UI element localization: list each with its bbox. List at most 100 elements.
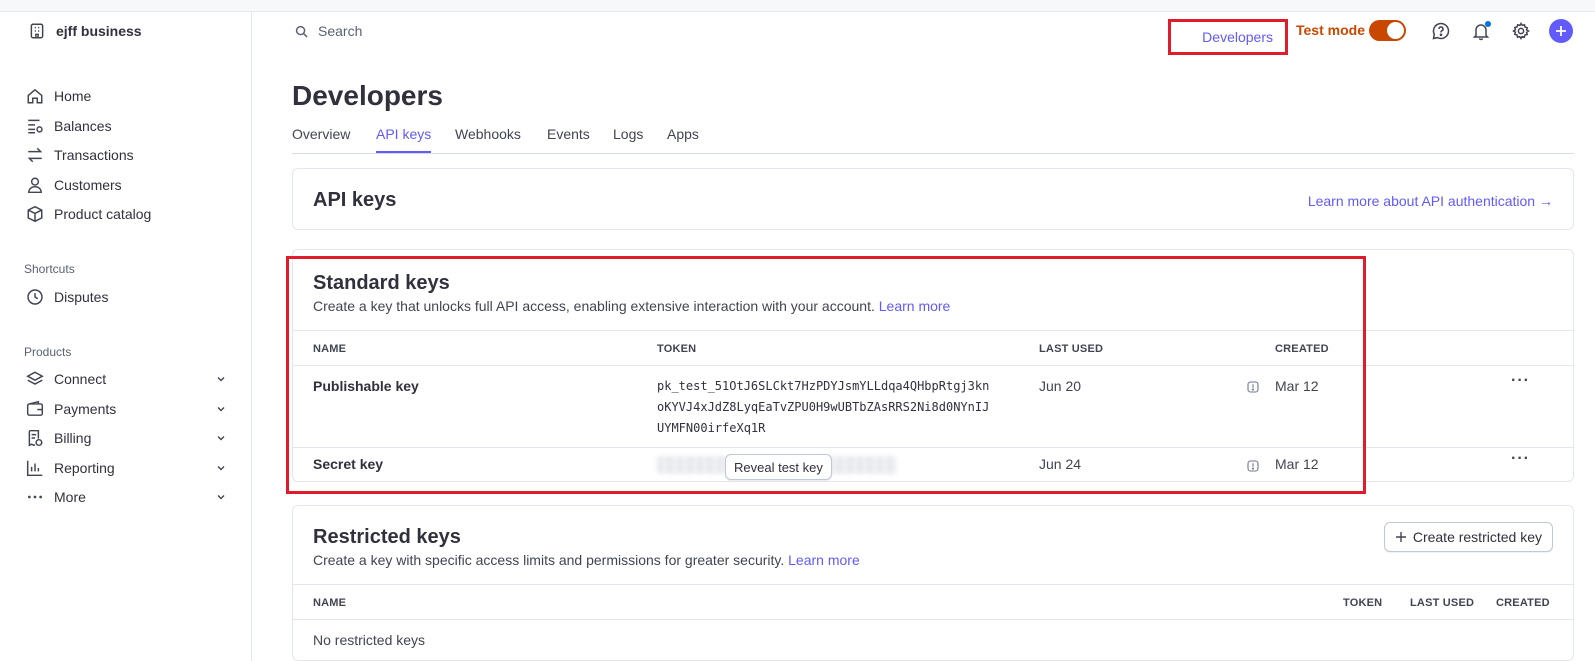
column-last-used: LAST USED: [1410, 597, 1475, 609]
search-icon: [292, 22, 310, 40]
tabs: Overview API keys Webhooks Events Logs A…: [292, 126, 1574, 154]
test-mode-label: Test mode: [1296, 22, 1365, 38]
arrows-swap-icon: [26, 146, 44, 164]
wallet-icon: [26, 400, 44, 418]
learn-api-auth-link[interactable]: Learn more about API authentication →: [1308, 193, 1553, 209]
standard-keys-header-row: NAME TOKEN LAST USED CREATED: [293, 330, 1573, 366]
sidebar-item-disputes[interactable]: Disputes: [26, 287, 230, 307]
standard-keys-description: Create a key that unlocks full API acces…: [313, 298, 950, 314]
api-keys-card: API keys Learn more about API authentica…: [292, 168, 1574, 230]
bar-chart-icon: [26, 459, 44, 477]
cube-icon: [26, 205, 44, 223]
info-icon[interactable]: [1247, 459, 1259, 472]
table-row: Secret key Reveal test key Jun 24 Mar 12…: [293, 448, 1573, 482]
plus-icon: [1395, 531, 1407, 543]
sidebar-item-customers[interactable]: Customers: [26, 175, 230, 195]
restricted-keys-card: Restricted keys Create a key with specif…: [292, 505, 1574, 661]
sidebar-item-connect[interactable]: Connect: [26, 369, 230, 389]
sidebar-item-label: Customers: [54, 177, 122, 193]
developers-button[interactable]: Developers: [1168, 19, 1288, 55]
last-used: Jun 20: [1039, 378, 1082, 394]
restricted-keys-title: Restricted keys: [313, 526, 461, 548]
column-token: TOKEN: [657, 343, 697, 355]
create-button[interactable]: [1549, 19, 1573, 43]
sidebar-item-more[interactable]: More: [26, 487, 230, 507]
token-line: oKYVJ4xJdZ8LyqEaTvZPU0H9wUBTbZAsRRS2Ni8d…: [657, 400, 990, 414]
account-switcher[interactable]: ejff business: [28, 22, 142, 40]
test-mode-toggle[interactable]: [1369, 20, 1406, 41]
column-last-used: LAST USED: [1039, 343, 1104, 355]
clock-icon: [26, 288, 44, 306]
key-name: Secret key: [313, 456, 384, 472]
sidebar-item-label: More: [54, 489, 86, 505]
building-icon: [28, 22, 46, 40]
api-keys-title: API keys: [313, 189, 397, 211]
tab-api-keys[interactable]: API keys: [376, 126, 432, 153]
account-name: ejff business: [56, 23, 142, 39]
sidebar-item-billing[interactable]: Billing: [26, 428, 230, 448]
more-actions-icon[interactable]: ···: [1511, 372, 1530, 390]
sidebar-item-payments[interactable]: Payments: [26, 399, 230, 419]
sidebar-item-label: Reporting: [54, 460, 115, 476]
sidebar-item-home[interactable]: Home: [26, 86, 230, 106]
receipt-icon: [26, 429, 44, 447]
create-restricted-key-button[interactable]: Create restricted key: [1383, 522, 1553, 552]
publishable-token[interactable]: pk_test_51OtJ6SLCkt7HzPDYJsmYLLdqa4QHbpR…: [657, 376, 989, 439]
tab-overview[interactable]: Overview: [292, 126, 350, 142]
restricted-keys-description: Create a key with specific access limits…: [313, 552, 860, 568]
layers-icon: [26, 370, 44, 388]
developers-label: Developers: [1202, 29, 1273, 45]
sidebar-item-reporting[interactable]: Reporting: [26, 458, 230, 478]
tab-webhooks[interactable]: Webhooks: [455, 126, 521, 142]
chevron-down-icon[interactable]: [212, 459, 230, 477]
token-line: pk_test_51OtJ6SLCkt7HzPDYJsmYLLdqa4QHbpR…: [657, 379, 990, 393]
sidebar-item-balances[interactable]: Balances: [26, 116, 230, 136]
more-actions-icon[interactable]: ···: [1511, 450, 1530, 468]
sidebar-item-product-catalog[interactable]: Product catalog: [26, 204, 230, 224]
sidebar-item-label: Transactions: [54, 147, 134, 163]
restricted-keys-header-row: NAME TOKEN LAST USED CREATED: [293, 584, 1573, 620]
tab-apps[interactable]: Apps: [667, 126, 699, 142]
no-restricted-keys-text: No restricted keys: [313, 632, 426, 648]
column-created: CREATED: [1275, 343, 1329, 355]
search-input[interactable]: Search: [292, 22, 362, 40]
create-restricted-key-label: Create restricted key: [1412, 529, 1542, 545]
standard-keys-card: Standard keys Create a key that unlocks …: [292, 249, 1574, 482]
sidebar: ejff business Home Balances Transactions…: [0, 12, 252, 661]
reveal-test-key-button[interactable]: Reveal test key: [725, 454, 832, 480]
restricted-keys-learn-more-link[interactable]: Learn more: [788, 552, 860, 568]
balances-icon: [26, 117, 44, 135]
key-name: Publishable key: [313, 378, 419, 394]
created: Mar 12: [1275, 378, 1319, 394]
sidebar-item-label: Balances: [54, 118, 112, 134]
standard-keys-description-text: Create a key that unlocks full API acces…: [313, 298, 875, 314]
tab-events[interactable]: Events: [547, 126, 590, 142]
sidebar-item-label: Home: [54, 88, 92, 104]
tab-logs[interactable]: Logs: [613, 126, 643, 142]
sidebar-item-label: Connect: [54, 371, 107, 387]
person-icon: [26, 176, 44, 194]
info-icon[interactable]: [1247, 380, 1259, 393]
plus-icon: [1555, 25, 1567, 37]
home-icon: [26, 87, 44, 105]
help-icon[interactable]: [1431, 21, 1451, 41]
ellipsis-icon: [26, 488, 44, 506]
sidebar-section-shortcuts: Shortcuts: [24, 262, 75, 276]
search-placeholder: Search: [318, 23, 363, 39]
standard-keys-learn-more-link[interactable]: Learn more: [879, 298, 951, 314]
page-title: Developers: [292, 80, 443, 111]
gear-icon[interactable]: [1511, 21, 1531, 41]
created: Mar 12: [1275, 456, 1319, 472]
column-token: TOKEN: [1343, 597, 1383, 609]
last-used: Jun 24: [1039, 456, 1082, 472]
sidebar-item-transactions[interactable]: Transactions: [26, 145, 230, 165]
restricted-keys-description-text: Create a key with specific access limits…: [313, 552, 785, 568]
chevron-down-icon[interactable]: [212, 370, 230, 388]
sidebar-item-label: Payments: [54, 401, 117, 417]
sidebar-item-label: Billing: [54, 430, 92, 446]
sidebar-item-label: Product catalog: [54, 206, 152, 222]
chevron-down-icon[interactable]: [212, 400, 230, 418]
chevron-down-icon[interactable]: [212, 429, 230, 447]
chevron-down-icon[interactable]: [212, 488, 230, 506]
top-strip: [0, 0, 1595, 12]
